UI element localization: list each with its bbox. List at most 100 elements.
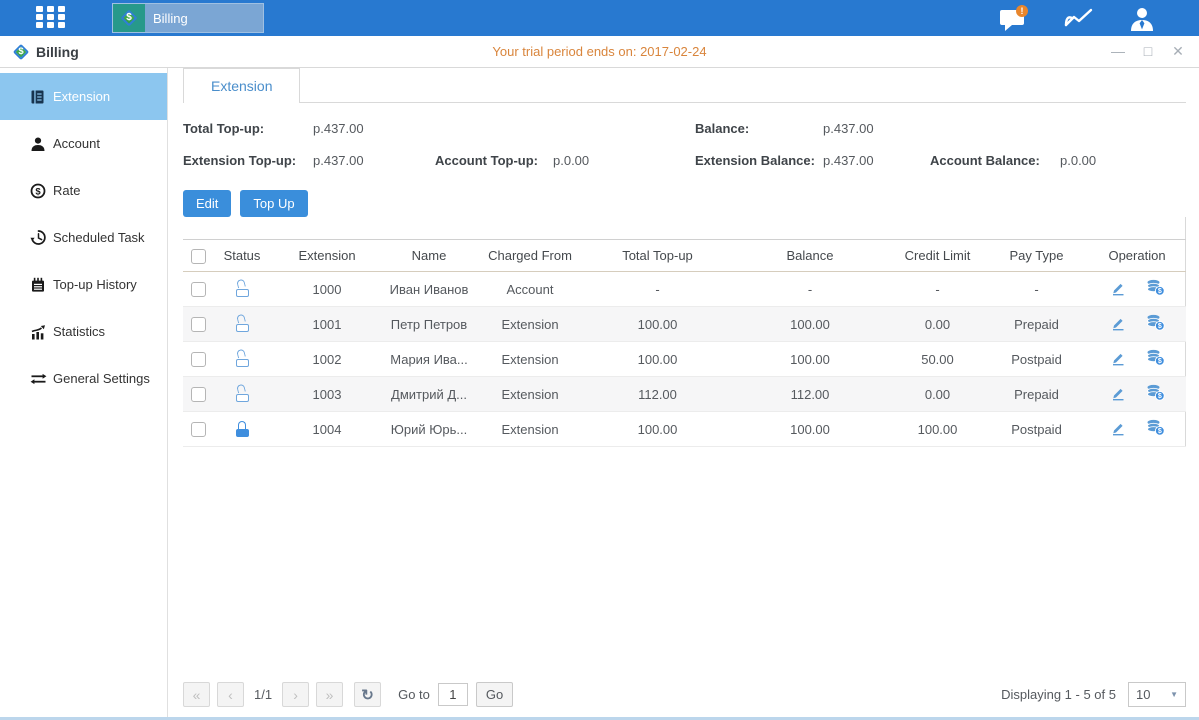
cell-balance: - bbox=[730, 272, 890, 307]
edit-pencil-icon[interactable] bbox=[1110, 280, 1126, 296]
column-header-name[interactable]: Name bbox=[383, 240, 475, 272]
table-header-row: Status Extension Name Charged From Total… bbox=[183, 240, 1186, 272]
top-up-coins-icon[interactable]: $ bbox=[1146, 279, 1165, 296]
column-header-balance[interactable]: Balance bbox=[730, 240, 890, 272]
sidebar-item-label: General Settings bbox=[53, 371, 150, 386]
column-header-credit-limit[interactable]: Credit Limit bbox=[890, 240, 985, 272]
column-header-operation[interactable]: Operation bbox=[1088, 240, 1186, 272]
cell-name: Иван Иванов bbox=[383, 272, 475, 307]
person-icon bbox=[30, 136, 52, 152]
row-checkbox[interactable] bbox=[191, 317, 206, 332]
edit-button[interactable]: Edit bbox=[183, 190, 231, 217]
cell-charged-from: Extension bbox=[475, 342, 585, 377]
unlocked-status-icon bbox=[235, 351, 250, 367]
cell-name: Дмитрий Д... bbox=[383, 377, 475, 412]
edit-pencil-icon[interactable] bbox=[1110, 420, 1126, 436]
cell-total-topup: 112.00 bbox=[585, 377, 730, 412]
cell-extension: 1002 bbox=[271, 342, 383, 377]
cell-charged-from: Account bbox=[475, 272, 585, 307]
account-topup-label: Account Top-up: bbox=[435, 153, 553, 168]
unlocked-status-icon bbox=[235, 316, 250, 332]
chevron-down-icon: ▼ bbox=[1170, 690, 1178, 699]
top-up-coins-icon[interactable]: $ bbox=[1146, 384, 1165, 401]
row-checkbox[interactable] bbox=[191, 282, 206, 297]
row-checkbox[interactable] bbox=[191, 422, 206, 437]
trial-period-message: Your trial period ends on: 2017-02-24 bbox=[0, 44, 1199, 59]
cell-name: Юрий Юрь... bbox=[383, 412, 475, 447]
edit-pencil-icon[interactable] bbox=[1110, 315, 1126, 331]
extension-balance-value: p.437.00 bbox=[823, 153, 930, 168]
cell-pay-type: Prepaid bbox=[985, 377, 1088, 412]
history-clock-icon bbox=[30, 229, 52, 246]
page-size-value: 10 bbox=[1136, 687, 1150, 702]
column-header-status[interactable]: Status bbox=[213, 240, 271, 272]
top-up-coins-icon[interactable]: $ bbox=[1146, 419, 1165, 436]
row-checkbox[interactable] bbox=[191, 352, 206, 367]
displaying-text: Displaying 1 - 5 of 5 bbox=[1001, 687, 1116, 702]
table-row: 1004 Юрий Юрь... Extension 100.00 100.00… bbox=[183, 412, 1186, 447]
locked-status-icon bbox=[235, 421, 250, 437]
last-page-button[interactable]: » bbox=[316, 682, 343, 707]
top-up-coins-icon[interactable]: $ bbox=[1146, 314, 1165, 331]
column-header-total-topup[interactable]: Total Top-up bbox=[585, 240, 730, 272]
cell-total-topup: - bbox=[585, 272, 730, 307]
column-header-extension[interactable]: Extension bbox=[271, 240, 383, 272]
top-up-button[interactable]: Top Up bbox=[240, 190, 307, 217]
svg-text:$: $ bbox=[1157, 358, 1161, 365]
row-checkbox[interactable] bbox=[191, 387, 206, 402]
sidebar-item-statistics[interactable]: Statistics bbox=[0, 308, 167, 355]
unlocked-status-icon bbox=[235, 281, 250, 297]
sidebar-item-general-settings[interactable]: General Settings bbox=[0, 355, 167, 402]
sidebar-item-scheduled-task[interactable]: Scheduled Task bbox=[0, 214, 167, 261]
sidebar-item-rate[interactable]: $ Rate bbox=[0, 167, 167, 214]
cell-charged-from: Extension bbox=[475, 307, 585, 342]
table-row: 1001 Петр Петров Extension 100.00 100.00… bbox=[183, 307, 1186, 342]
sidebar-item-label: Statistics bbox=[53, 324, 105, 339]
notifications-icon[interactable]: ! bbox=[999, 5, 1029, 32]
cell-credit-limit: 50.00 bbox=[890, 342, 985, 377]
edit-pencil-icon[interactable] bbox=[1110, 385, 1126, 401]
previous-page-button[interactable]: ‹ bbox=[217, 682, 244, 707]
cell-balance: 100.00 bbox=[730, 412, 890, 447]
go-button[interactable]: Go bbox=[476, 682, 513, 707]
select-all-checkbox[interactable] bbox=[191, 249, 206, 264]
window-title-text: Billing bbox=[36, 44, 79, 60]
billing-app-tab[interactable]: $ Billing bbox=[112, 3, 264, 33]
sidebar-item-label: Account bbox=[53, 136, 100, 151]
close-icon[interactable]: ✕ bbox=[1171, 43, 1185, 60]
sidebar-item-label: Scheduled Task bbox=[53, 230, 145, 245]
column-header-charged-from[interactable]: Charged From bbox=[475, 240, 585, 272]
extension-topup-label: Extension Top-up: bbox=[183, 153, 313, 168]
dollar-coin-icon: $ bbox=[30, 183, 52, 199]
maximize-icon[interactable]: □ bbox=[1141, 43, 1155, 60]
sidebar-item-account[interactable]: Account bbox=[0, 120, 167, 167]
sidebar-item-extension[interactable]: Extension bbox=[0, 73, 167, 120]
refresh-icon[interactable]: ↻ bbox=[354, 682, 381, 707]
goto-page-input[interactable] bbox=[438, 683, 468, 706]
resource-monitor-icon[interactable] bbox=[1063, 6, 1095, 30]
minimize-icon[interactable]: — bbox=[1111, 43, 1125, 60]
cell-extension: 1001 bbox=[271, 307, 383, 342]
svg-text:!: ! bbox=[1021, 6, 1024, 16]
tab-extension[interactable]: Extension bbox=[183, 68, 300, 103]
column-header-pay-type[interactable]: Pay Type bbox=[985, 240, 1088, 272]
cell-pay-type: Postpaid bbox=[985, 342, 1088, 377]
user-account-icon[interactable] bbox=[1129, 6, 1155, 31]
extension-balance-label: Extension Balance: bbox=[695, 153, 823, 168]
first-page-button[interactable]: « bbox=[183, 682, 210, 707]
billing-diamond-icon: $ bbox=[12, 43, 29, 60]
edit-pencil-icon[interactable] bbox=[1110, 350, 1126, 366]
bar-chart-icon bbox=[30, 324, 52, 340]
sidebar-item-topup-history[interactable]: Top-up History bbox=[0, 261, 167, 308]
top-up-coins-icon[interactable]: $ bbox=[1146, 349, 1165, 366]
page-size-select[interactable]: 10 ▼ bbox=[1128, 682, 1186, 707]
total-topup-label: Total Top-up: bbox=[183, 121, 313, 136]
app-grid-menu-icon[interactable] bbox=[36, 6, 70, 30]
balance-label: Balance: bbox=[695, 121, 823, 136]
sidebar: Extension Account $ Rat bbox=[0, 68, 168, 717]
cell-name: Мария Ива... bbox=[383, 342, 475, 377]
extension-table: Status Extension Name Charged From Total… bbox=[183, 217, 1186, 447]
svg-text:$: $ bbox=[1157, 428, 1161, 435]
next-page-button[interactable]: › bbox=[282, 682, 309, 707]
cell-balance: 112.00 bbox=[730, 377, 890, 412]
